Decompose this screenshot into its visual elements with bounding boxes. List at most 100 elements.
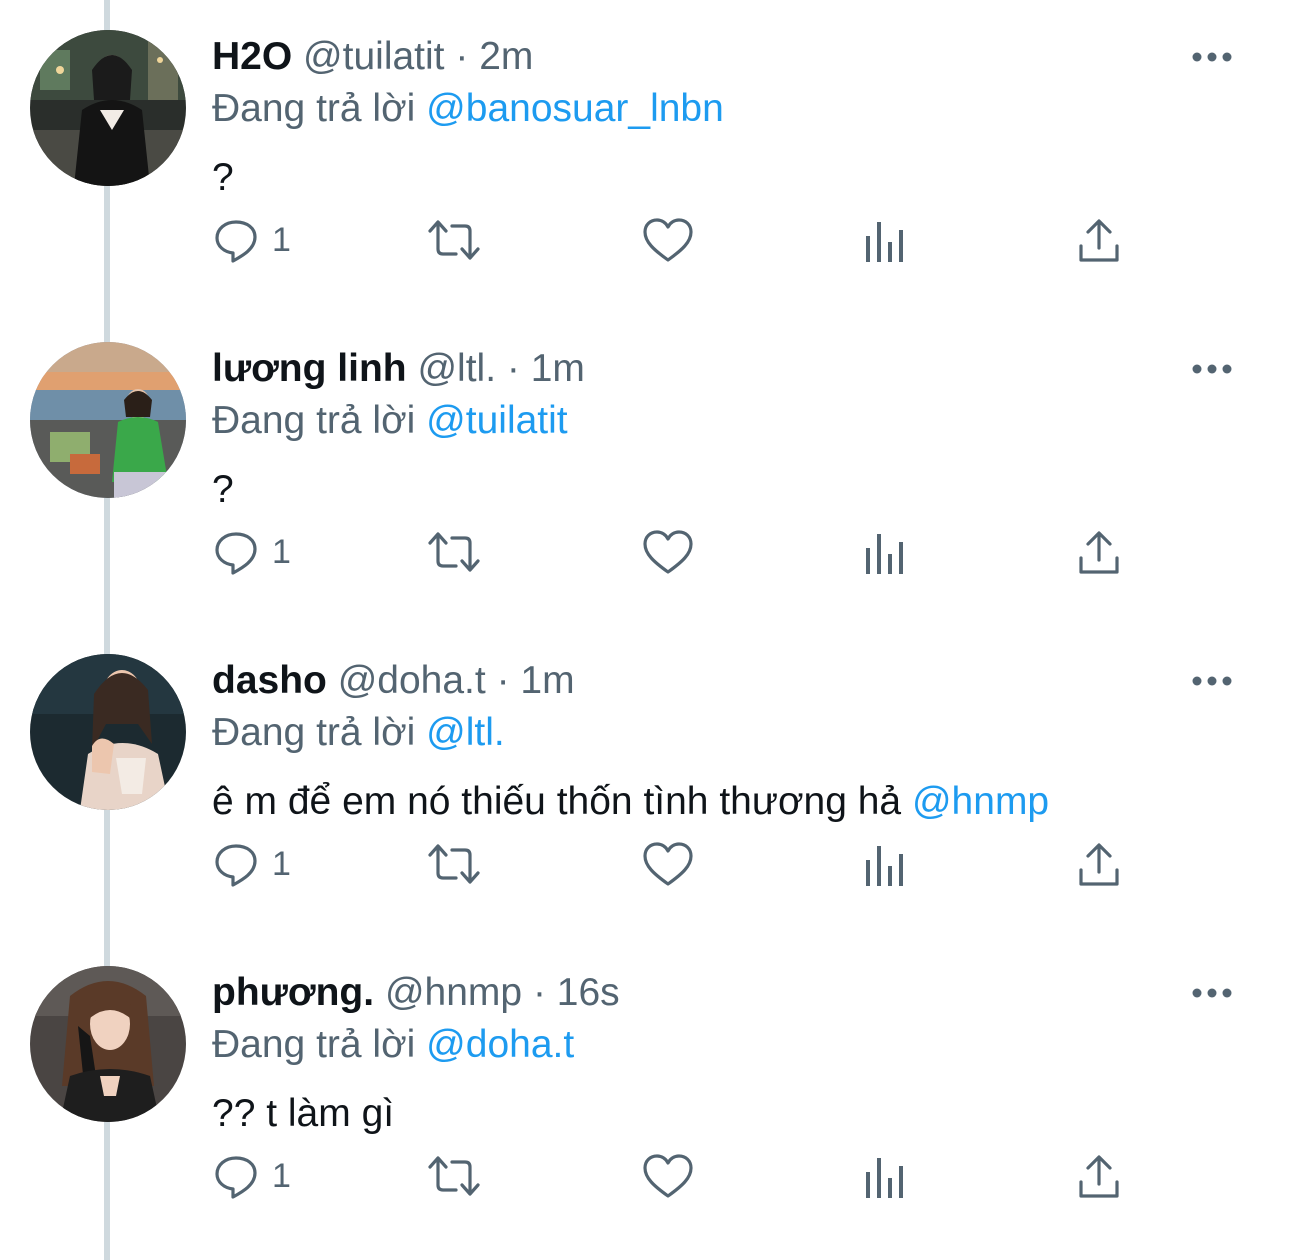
- timestamp[interactable]: 1m: [520, 659, 574, 702]
- replying-to: Đang trả lời @tuilatit: [212, 396, 568, 446]
- replying-label: Đang trả lời: [212, 1023, 416, 1066]
- retweet-icon: [428, 844, 480, 884]
- replying-to: Đang trả lời @doha.t: [212, 1020, 574, 1070]
- display-name[interactable]: H2O: [212, 35, 292, 78]
- tweet-text-content: ?: [212, 156, 234, 199]
- share-icon: [1079, 531, 1119, 574]
- display-name[interactable]: phương.: [212, 971, 374, 1014]
- like-icon: [643, 842, 693, 886]
- reply-button[interactable]: 1: [212, 524, 291, 580]
- share-button[interactable]: [1078, 1148, 1120, 1204]
- replying-to: Đang trả lời @ltl.: [212, 708, 505, 758]
- share-icon: [1079, 843, 1119, 886]
- tweet-text-content: ?? t làm gì: [212, 1092, 395, 1135]
- retweet-button[interactable]: [426, 836, 482, 892]
- reply-icon: [215, 1156, 257, 1199]
- replying-mention[interactable]: @banosuar_lnbn: [426, 87, 724, 130]
- reply-icon: [215, 220, 257, 263]
- analytics-icon: [866, 222, 903, 262]
- reply-count: 1: [272, 221, 291, 259]
- tweet-item[interactable]: phương. @hnmp · 16s Đang trả lời @doha.t…: [0, 936, 1290, 1248]
- reply-button[interactable]: 1: [212, 836, 291, 892]
- retweet-button[interactable]: [426, 1148, 482, 1204]
- analytics-icon: [866, 1158, 903, 1198]
- tweet-text: ?: [212, 464, 234, 516]
- timestamp[interactable]: 1m: [531, 347, 585, 390]
- reply-button[interactable]: 1: [212, 1148, 291, 1204]
- replying-label: Đang trả lời: [212, 399, 416, 442]
- separator: ·: [506, 347, 520, 390]
- retweet-button[interactable]: [426, 524, 482, 580]
- timestamp[interactable]: 2m: [479, 35, 533, 78]
- analytics-button[interactable]: [864, 524, 906, 580]
- like-icon: [643, 1154, 693, 1198]
- analytics-icon: [866, 534, 903, 574]
- analytics-button[interactable]: [864, 212, 906, 268]
- tweet-header: phương. @hnmp · 16s: [212, 968, 620, 1018]
- retweet-button[interactable]: [426, 212, 482, 268]
- avatar[interactable]: [30, 342, 186, 498]
- analytics-button[interactable]: [864, 1148, 906, 1204]
- retweet-icon: [428, 1156, 480, 1196]
- display-name[interactable]: dasho: [212, 659, 327, 702]
- retweet-icon: [428, 220, 480, 260]
- action-bar: 1: [212, 212, 1132, 268]
- separator: ·: [455, 35, 469, 78]
- action-bar: 1: [212, 836, 1132, 892]
- avatar-photo-icon: [30, 966, 186, 1122]
- reply-count: 1: [272, 1157, 291, 1195]
- timestamp[interactable]: 16s: [557, 971, 620, 1014]
- avatar-photo-icon: [30, 30, 186, 186]
- tweet-text: ê m để em nó thiếu thốn tình thương hả @…: [212, 776, 1049, 828]
- like-icon: [643, 530, 693, 574]
- more-options-icon[interactable]: [1190, 354, 1234, 384]
- action-bar: 1: [212, 1148, 1132, 1204]
- avatar[interactable]: [30, 30, 186, 186]
- share-button[interactable]: [1078, 524, 1120, 580]
- analytics-button[interactable]: [864, 836, 906, 892]
- like-button[interactable]: [642, 1148, 694, 1204]
- replying-label: Đang trả lời: [212, 87, 416, 130]
- reply-button[interactable]: 1: [212, 212, 291, 268]
- more-options-icon[interactable]: [1190, 666, 1234, 696]
- action-bar: 1: [212, 524, 1132, 580]
- share-button[interactable]: [1078, 212, 1120, 268]
- share-icon: [1079, 1155, 1119, 1198]
- like-button[interactable]: [642, 524, 694, 580]
- like-button[interactable]: [642, 836, 694, 892]
- tweet-text-content: ê m để em nó thiếu thốn tình thương hả: [212, 780, 912, 823]
- analytics-icon: [866, 846, 903, 886]
- display-name[interactable]: lương linh: [212, 347, 407, 390]
- avatar-photo-icon: [30, 654, 186, 810]
- handle[interactable]: @doha.t: [338, 659, 486, 702]
- retweet-icon: [428, 532, 480, 572]
- separator: ·: [532, 971, 546, 1014]
- replying-to: Đang trả lời @banosuar_lnbn: [212, 84, 724, 134]
- avatar-photo-icon: [30, 342, 186, 498]
- more-options-icon[interactable]: [1190, 978, 1234, 1008]
- separator: ·: [496, 659, 510, 702]
- tweet-item[interactable]: lương linh @ltl. · 1m Đang trả lời @tuil…: [0, 312, 1290, 624]
- handle[interactable]: @hnmp: [385, 971, 522, 1014]
- share-icon: [1079, 219, 1119, 262]
- reply-count: 1: [272, 845, 291, 883]
- tweet-text: ?: [212, 152, 234, 204]
- reply-icon: [215, 532, 257, 575]
- reply-icon: [215, 844, 257, 887]
- avatar[interactable]: [30, 654, 186, 810]
- avatar[interactable]: [30, 966, 186, 1122]
- replying-mention[interactable]: @tuilatit: [426, 399, 567, 442]
- tweet-text: ?? t làm gì: [212, 1088, 394, 1140]
- share-button[interactable]: [1078, 836, 1120, 892]
- tweet-item[interactable]: dasho @doha.t · 1m Đang trả lời @ltl. ê …: [0, 624, 1290, 936]
- like-button[interactable]: [642, 212, 694, 268]
- tweet-text-mention[interactable]: @hnmp: [912, 780, 1049, 823]
- reply-count: 1: [272, 533, 291, 571]
- handle[interactable]: @ltl.: [417, 347, 496, 390]
- more-options-icon[interactable]: [1190, 42, 1234, 72]
- replying-mention[interactable]: @doha.t: [426, 1023, 574, 1066]
- handle[interactable]: @tuilatit: [303, 35, 444, 78]
- tweet-item[interactable]: H2O @tuilatit · 2m Đang trả lời @banosua…: [0, 0, 1290, 312]
- replying-mention[interactable]: @ltl.: [426, 711, 505, 754]
- tweet-text-content: ?: [212, 468, 234, 511]
